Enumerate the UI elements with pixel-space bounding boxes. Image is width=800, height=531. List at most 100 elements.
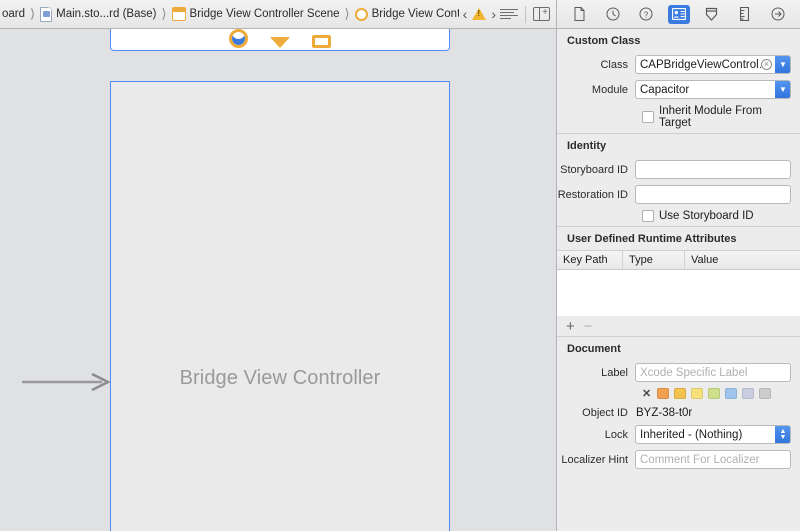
color-swatch[interactable]: [742, 388, 755, 399]
previous-issue-button[interactable]: ‹: [459, 7, 472, 21]
lock-value: Inherited - (Nothing): [640, 428, 743, 441]
jump-bar: oard ⟩ Main.sto...rd (Base) ⟩ Bridge Vie…: [0, 0, 556, 29]
runtime-attributes-body[interactable]: [557, 270, 800, 316]
view-controller-icon: [354, 7, 368, 21]
breadcrumb-separator: ⟩: [30, 6, 36, 21]
next-issue-button[interactable]: ›: [487, 7, 500, 21]
document-items-icon[interactable]: [500, 8, 518, 21]
breadcrumb-label-storyboard-file: Main.sto...rd (Base): [56, 8, 157, 20]
breadcrumb-item-project[interactable]: oard: [2, 8, 25, 20]
runtime-attributes-table: Key Path Type Value: [557, 250, 800, 316]
jump-bar-controls: ‹ ›: [459, 5, 552, 23]
inherit-module-label: Inherit Module From Target: [659, 105, 762, 129]
breadcrumb-item-storyboard-file[interactable]: Main.sto...rd (Base): [40, 6, 157, 22]
svg-text:?: ?: [643, 10, 648, 19]
chevron-up-down-icon[interactable]: ▲ ▼: [775, 426, 790, 443]
view-controller-placeholder-label: Bridge View Controller: [179, 367, 381, 389]
identity-section-header: Identity: [557, 133, 800, 157]
scene-dock: [110, 29, 450, 51]
lock-popup-button[interactable]: Inherited - (Nothing) ▲ ▼: [635, 425, 791, 444]
localizer-hint-label: Localizer Hint: [561, 453, 628, 466]
history-inspector-tab[interactable]: [602, 5, 624, 24]
class-field-label: Class: [600, 58, 628, 71]
module-row: Module Capacitor ▼: [557, 77, 800, 102]
localizer-hint-row: Localizer Hint Comment For Localizer: [557, 447, 800, 472]
chevron-down-icon[interactable]: ▼: [775, 56, 790, 73]
editor-area: oard ⟩ Main.sto...rd (Base) ⟩ Bridge Vie…: [0, 0, 556, 531]
storyboard-icon: [171, 7, 186, 21]
object-id-row: Object ID BYZ-38-t0r: [557, 404, 800, 422]
breadcrumb: oard ⟩ Main.sto...rd (Base) ⟩ Bridge Vie…: [0, 6, 459, 22]
restoration-id-row: Restoration ID: [557, 182, 800, 207]
storyboard-id-input[interactable]: [635, 160, 791, 179]
custom-class-section-header: Custom Class: [557, 29, 800, 52]
utilities-inspector-panel: ? Custom Class Class CAPBridgeViewContro…: [556, 0, 800, 531]
inherit-module-row[interactable]: Inherit Module From Target: [557, 102, 800, 133]
localizer-hint-input[interactable]: Comment For Localizer: [635, 450, 791, 469]
use-storyboard-id-row[interactable]: Use Storyboard ID: [557, 207, 800, 226]
breadcrumb-separator: ⟩: [344, 6, 350, 21]
size-inspector-tab[interactable]: [734, 5, 756, 24]
add-attribute-button[interactable]: +: [566, 319, 575, 334]
document-label-placeholder: Xcode Specific Label: [640, 366, 748, 379]
breadcrumb-item-view-controller[interactable]: Bridge View Controller: [354, 7, 459, 21]
bridge-view-controller-view[interactable]: Bridge View Controller: [110, 81, 450, 531]
toolbar-divider: [525, 5, 526, 23]
warning-triangle-icon[interactable]: [472, 8, 487, 20]
storyboard-canvas[interactable]: Bridge View Controller: [0, 29, 556, 531]
view-controller-dock-icon[interactable]: [229, 29, 248, 48]
file-inspector-tab[interactable]: [569, 5, 591, 24]
runtime-attributes-section-header: User Defined Runtime Attributes: [557, 226, 800, 250]
module-value: Capacitor: [640, 83, 690, 96]
column-header-type: Type: [623, 251, 685, 269]
runtime-attributes-header-row: Key Path Type Value: [557, 251, 800, 270]
clear-color-icon[interactable]: ✕: [642, 387, 651, 400]
class-row: Class CAPBridgeViewControl… × ▼: [557, 52, 800, 77]
breadcrumb-label-scene: Bridge View Controller Scene: [189, 8, 340, 20]
column-header-key-path: Key Path: [557, 251, 623, 269]
localizer-hint-placeholder: Comment For Localizer: [640, 453, 760, 466]
storyboard-id-label: Storyboard ID: [560, 163, 628, 176]
class-value: CAPBridgeViewControl…: [640, 58, 761, 71]
inspector-content: Custom Class Class CAPBridgeViewControl……: [557, 29, 800, 531]
first-responder-dock-icon[interactable]: [270, 37, 290, 48]
attributes-inspector-tab[interactable]: [701, 5, 723, 24]
quick-help-inspector-tab[interactable]: ?: [635, 5, 657, 24]
document-label-color-swatches: ✕: [557, 385, 800, 404]
exit-dock-icon[interactable]: [312, 35, 331, 48]
clear-icon[interactable]: ×: [761, 59, 772, 70]
inherit-module-checkbox[interactable]: [642, 111, 654, 123]
document-section-header: Document: [557, 336, 800, 360]
object-id-value: BYZ-38-t0r: [636, 407, 693, 419]
storyboard-entry-point-arrow: [22, 373, 111, 391]
storyboard-id-row: Storyboard ID: [557, 157, 800, 182]
document-label-label: Label: [601, 366, 628, 379]
remove-attribute-button[interactable]: −: [584, 319, 593, 334]
breadcrumb-item-scene[interactable]: Bridge View Controller Scene: [171, 7, 340, 21]
document-label-input[interactable]: Xcode Specific Label: [635, 363, 791, 382]
runtime-attributes-controls: + −: [557, 316, 800, 336]
restoration-id-input[interactable]: [635, 185, 791, 204]
color-swatch[interactable]: [708, 388, 721, 399]
class-combo-box[interactable]: CAPBridgeViewControl… × ▼: [635, 55, 791, 74]
color-swatch[interactable]: [759, 388, 772, 399]
breadcrumb-separator: ⟩: [161, 6, 167, 21]
document-label-row: Label Xcode Specific Label: [557, 360, 800, 385]
column-header-value: Value: [691, 254, 719, 266]
add-editor-icon[interactable]: [533, 6, 550, 21]
identity-inspector-tab[interactable]: [667, 4, 690, 24]
inspector-tab-bar: ?: [557, 0, 800, 29]
chevron-down-icon[interactable]: ▼: [775, 81, 790, 98]
module-field-label: Module: [591, 83, 628, 96]
module-combo-box[interactable]: Capacitor ▼: [635, 80, 791, 99]
breadcrumb-label-view-controller: Bridge View Controller: [371, 8, 459, 20]
color-swatch[interactable]: [725, 388, 738, 399]
use-storyboard-id-checkbox[interactable]: [642, 210, 654, 222]
connections-inspector-tab[interactable]: [767, 5, 789, 24]
restoration-id-label: Restoration ID: [557, 188, 628, 201]
color-swatch[interactable]: [657, 388, 670, 399]
color-swatch[interactable]: [691, 388, 704, 399]
xcode-interface-builder-window: oard ⟩ Main.sto...rd (Base) ⟩ Bridge Vie…: [0, 0, 800, 531]
file-icon: [40, 6, 53, 22]
color-swatch[interactable]: [674, 388, 687, 399]
